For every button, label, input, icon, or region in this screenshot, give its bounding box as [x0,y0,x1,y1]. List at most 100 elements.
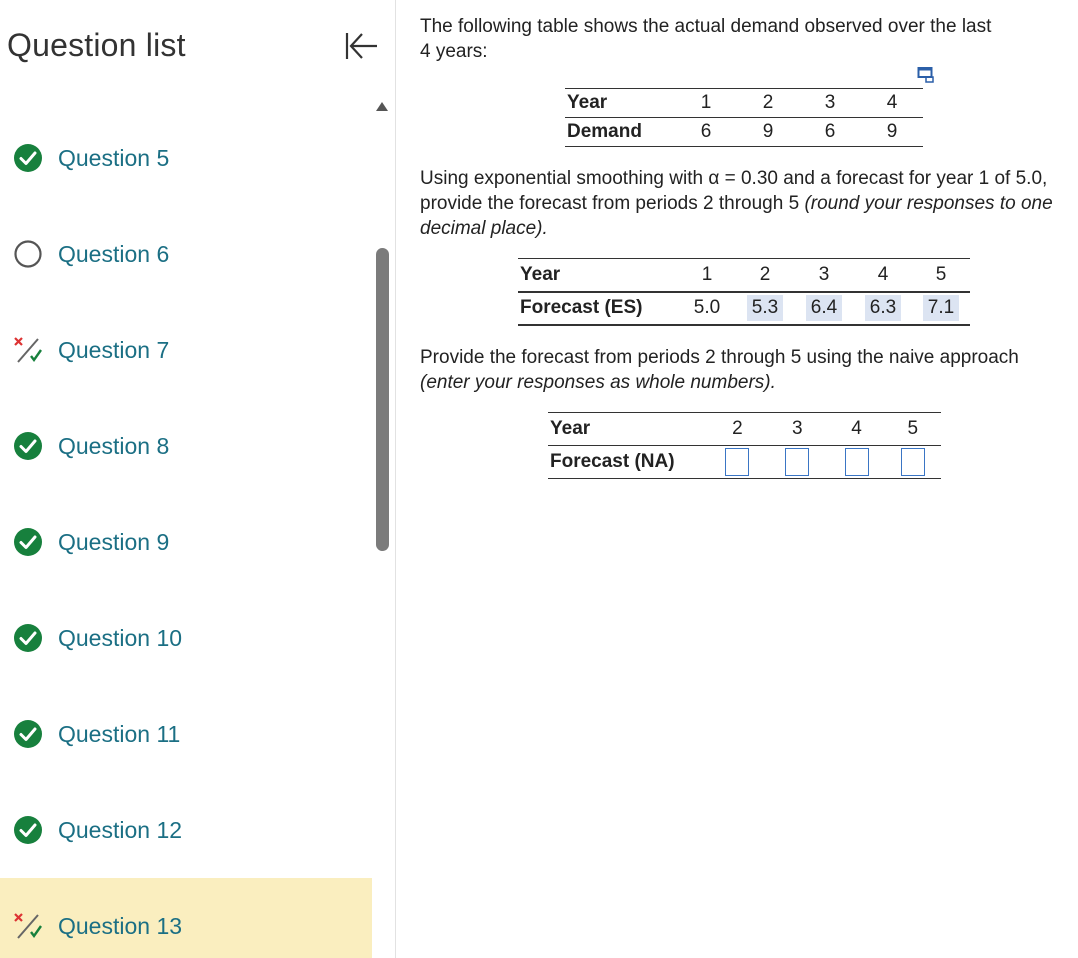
na-forecast-table: Year 2 3 4 5 Forecast (NA) [548,412,941,479]
question-label: Question 11 [58,721,181,747]
naive-forecast-input-2[interactable] [725,448,750,476]
table-cell: 2 [736,258,794,293]
question-list-sidebar: Question list Question 5 Question 6 Ques… [0,0,377,958]
row-header: Year [548,412,709,446]
question-label: Question 6 [58,241,170,267]
naive-forecast-input-5[interactable] [900,448,925,476]
table-cell: 5.0 [693,297,721,318]
answer-value[interactable]: 6.4 [805,295,843,321]
partial-credit-icon [14,913,42,939]
question-item-5[interactable]: Question 5 [0,118,372,198]
demand-table: Year 1 2 3 4 Demand 6 9 6 9 [565,88,923,147]
intro-line-1: The following table shows the actual dem… [420,16,992,37]
naive-forecast-input-4[interactable] [844,448,869,476]
input-cell[interactable] [766,446,828,479]
check-circle-icon [14,528,42,556]
question-label: Question 10 [58,625,183,651]
input-cell[interactable] [828,446,884,479]
text-span: provide the forecast from periods 2 thro… [420,193,800,214]
question-item-8[interactable]: Question 8 [0,406,372,486]
answer-value[interactable]: 5.3 [746,295,784,321]
question-label: Question 13 [58,913,183,939]
table-cell: 1 [678,258,736,293]
table-row: Year 1 2 3 4 [565,88,923,118]
question-label: Question 9 [58,529,170,555]
answer-cell[interactable]: 6.3 [854,292,912,325]
empty-circle-icon [14,240,42,268]
check-circle-icon [14,144,42,172]
row-header: Year [518,258,678,293]
table-cell: 6 [824,121,836,142]
table-cell: 2 [737,88,799,118]
text-span: Using exponential smoothing with [420,168,704,189]
table-cell: 2 [708,412,767,446]
answer-value[interactable]: 7.1 [922,295,960,321]
sidebar-title: Question list [7,27,186,63]
row-header: Forecast (ES) [520,297,643,318]
naive-forecast-input-3[interactable] [785,448,810,476]
question-item-7[interactable]: Question 7 [0,310,372,390]
row-header: Year [565,88,675,118]
table-cell: 4 [828,412,885,446]
table-cell: 3 [766,412,829,446]
scroll-up-arrow-icon[interactable] [376,102,388,111]
table-cell: 5 [912,258,970,293]
question-label: Question 8 [58,433,170,459]
scroll-thumb[interactable] [376,248,389,551]
check-circle-icon [14,720,42,748]
italic-hint: (enter your responses as whole numbers). [420,372,776,393]
table-cell: 4 [854,258,912,293]
question-intro: The following table shows the actual dem… [420,14,1060,64]
partial-credit-icon [14,337,42,363]
table-row: Forecast (NA) [548,446,941,479]
table-row: Demand 6 9 6 9 [565,118,923,147]
answer-cell[interactable]: 6.4 [794,292,854,325]
table-row: Forecast (ES) 5.0 5.3 6.4 6.3 7.1 [518,292,970,325]
table-cell: 3 [794,258,854,293]
table-row: Year 2 3 4 5 [548,412,941,446]
row-header: Forecast (NA) [550,451,675,472]
table-cell: 1 [675,88,737,118]
question-label: Question 7 [58,337,170,363]
question-item-10[interactable]: Question 10 [0,598,372,678]
panel-divider [395,0,396,958]
answer-value[interactable]: 6.3 [864,295,902,321]
es-instructions: Using exponential smoothing with α = 0.3… [420,166,1078,241]
question-item-13[interactable]: Question 13 [0,878,372,958]
question-item-12[interactable]: Question 12 [0,790,372,870]
answer-cell[interactable]: 7.1 [912,292,970,325]
na-line-1: Provide the forecast from periods 2 thro… [420,347,1019,368]
table-cell: 5 [884,412,941,446]
intro-line-2: 4 years: [420,41,488,62]
question-label: Question 12 [58,817,183,843]
es-line-2: provide the forecast from periods 2 thro… [420,191,1078,216]
collapse-sidebar-button[interactable] [341,28,381,64]
table-cell: 9 [762,121,774,142]
es-line-3: decimal place). [420,216,1078,241]
popout-table-button[interactable] [917,66,935,84]
es-forecast-table: Year 1 2 3 4 5 Forecast (ES) 5.0 5.3 6.4… [518,258,970,326]
question-item-9[interactable]: Question 9 [0,502,372,582]
na-instructions: Provide the forecast from periods 2 thro… [420,345,1060,395]
check-circle-icon [14,624,42,652]
sidebar-scrollbar[interactable] [372,96,394,958]
row-header: Demand [567,121,642,142]
input-cell[interactable] [709,446,766,479]
check-circle-icon [14,432,42,460]
table-row: Year 1 2 3 4 5 [518,258,970,293]
italic-hint: decimal place). [420,218,548,239]
text-span: = 0.30 and a forecast for year 1 of 5.0, [724,168,1048,189]
na-line-2: (enter your responses as whole numbers). [420,370,1060,395]
italic-hint: (round your responses to one [804,193,1053,214]
alpha-symbol: α [708,168,720,189]
es-line-1: Using exponential smoothing with α = 0.3… [420,166,1078,191]
question-item-11[interactable]: Question 11 [0,694,372,774]
question-item-6[interactable]: Question 6 [0,214,372,294]
table-cell: 6 [700,121,712,142]
table-cell: 3 [799,88,861,118]
popout-window-icon [917,67,934,83]
answer-cell[interactable]: 5.3 [736,292,794,325]
collapse-left-icon [345,33,377,59]
input-cell[interactable] [885,446,941,479]
table-cell: 4 [861,88,923,118]
